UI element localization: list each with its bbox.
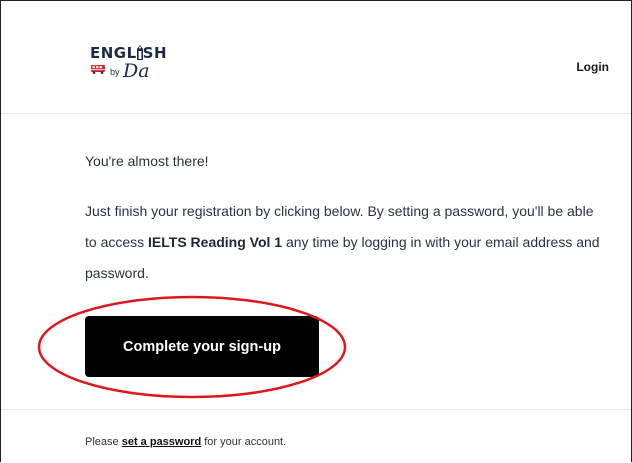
cta-container: Complete your sign-up <box>85 316 319 377</box>
footer-note: Please set a password for your account. <box>85 436 286 448</box>
product-name: IELTS Reading Vol 1 <box>148 234 283 250</box>
bus-icon <box>91 65 105 74</box>
registration-paragraph: Just finish your registration by clickin… <box>85 196 605 289</box>
logo-by: by <box>110 67 120 77</box>
footer-suffix: for your account. <box>201 436 287 448</box>
set-password-link[interactable]: set a password <box>122 436 201 448</box>
footer-divider <box>1 409 631 410</box>
message-body: You're almost there! Just finish your re… <box>85 151 605 289</box>
email-page: ENGL SH by Da Login You're almost there! … <box>0 0 632 462</box>
logo[interactable]: ENGL SH by Da <box>90 44 180 90</box>
greeting-text: You're almost there! <box>85 153 209 169</box>
header: ENGL SH by Da Login <box>1 1 631 114</box>
footer-prefix: Please <box>85 436 122 448</box>
complete-signup-button[interactable]: Complete your sign-up <box>85 316 319 377</box>
login-link[interactable]: Login <box>576 60 609 74</box>
logo-script: Da <box>123 60 150 82</box>
